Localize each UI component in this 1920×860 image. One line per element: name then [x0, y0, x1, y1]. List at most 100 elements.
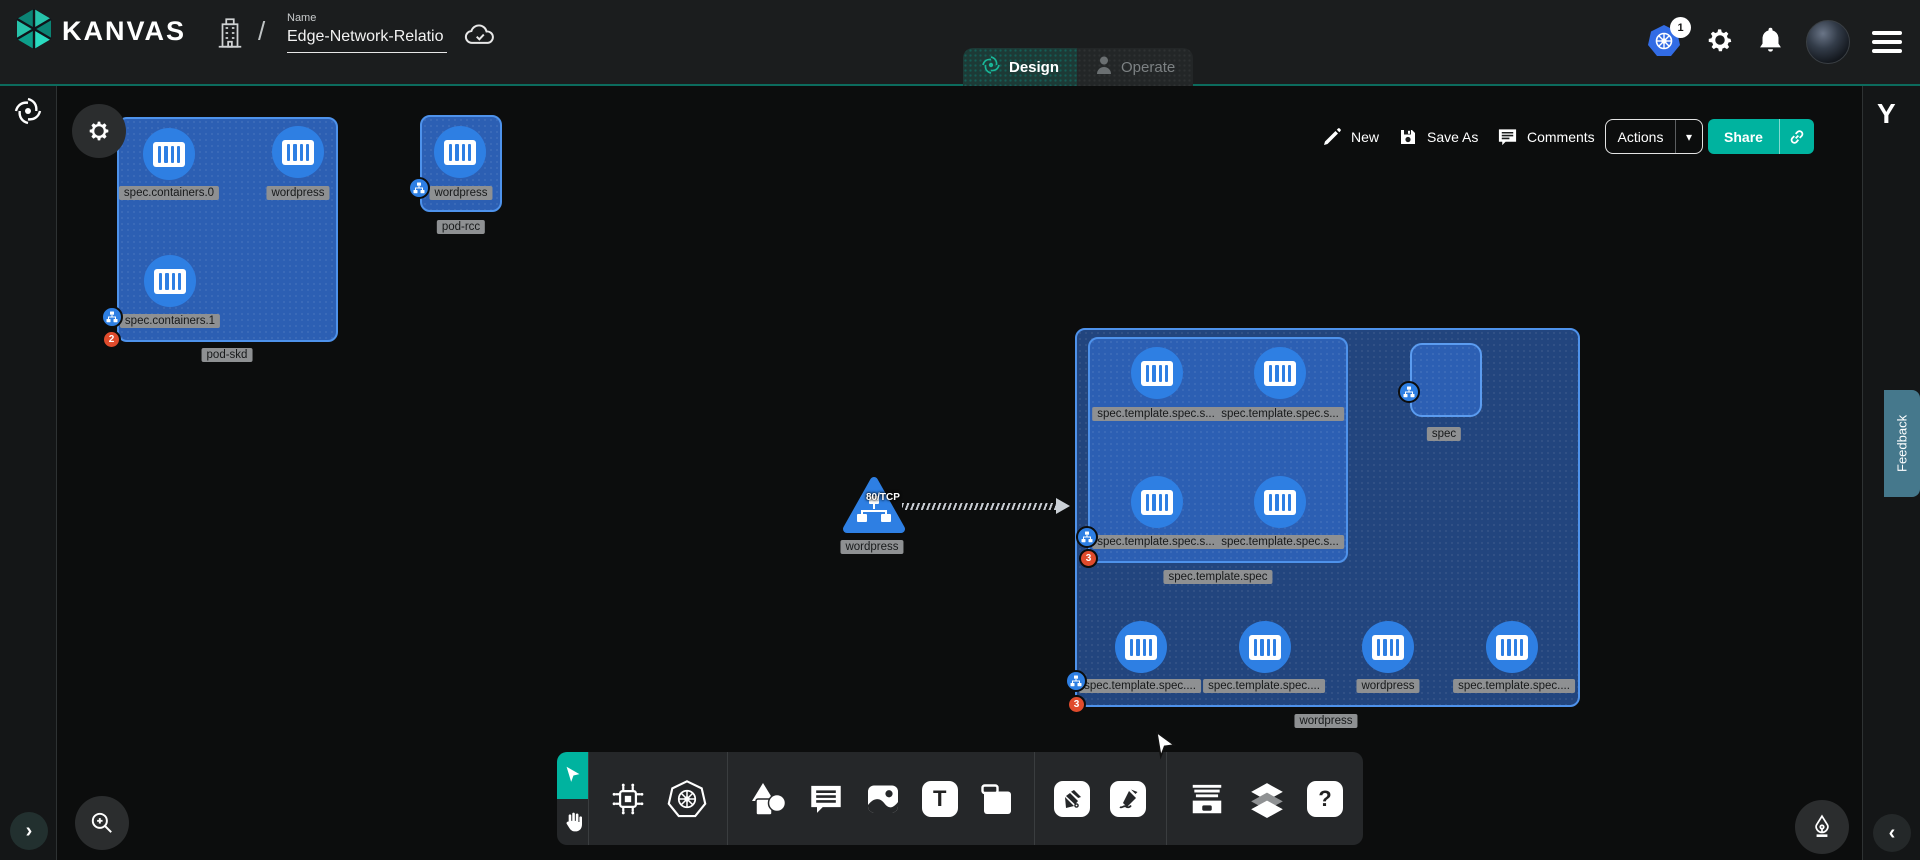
container-node[interactable] [1131, 347, 1183, 399]
container-icon [1372, 635, 1404, 660]
comment-tool-button[interactable] [808, 782, 844, 816]
hand-icon [560, 809, 586, 835]
container-node[interactable] [1115, 621, 1167, 673]
settings-gear-icon[interactable] [1705, 25, 1735, 60]
expand-right-panel-button[interactable]: ‹ [1873, 814, 1911, 852]
chip-icon [609, 780, 647, 818]
help-button[interactable]: ? [1307, 781, 1343, 817]
pen-nib-icon [1809, 814, 1835, 840]
container-icon [1141, 361, 1173, 386]
kubernetes-context-button[interactable]: 1 [1647, 24, 1683, 60]
share-button[interactable]: Share [1708, 119, 1814, 154]
kubernetes-wheel-icon [667, 779, 707, 819]
container-node[interactable] [1254, 476, 1306, 528]
container-node[interactable] [1486, 621, 1538, 673]
new-button[interactable]: New [1322, 119, 1379, 154]
design-name-input[interactable] [287, 24, 447, 53]
save-icon [1398, 127, 1418, 147]
container-icon [153, 142, 185, 167]
relationship-badge-icon[interactable] [408, 177, 430, 199]
shapes-tool-button[interactable] [748, 781, 788, 817]
container-node[interactable] [1131, 476, 1183, 528]
comments-button[interactable]: Comments [1497, 119, 1595, 154]
kanvas-logo-icon [14, 8, 54, 55]
node-label: spec.template.spec.s... [1216, 535, 1344, 549]
tab-operate[interactable]: Operate [1077, 48, 1193, 86]
caret-down-icon[interactable]: ▾ [1676, 130, 1702, 144]
shapes-icon [748, 781, 788, 817]
container-node-spec-containers-1[interactable] [144, 255, 196, 307]
pen-mode-button[interactable] [1795, 800, 1849, 854]
zoom-button[interactable] [75, 796, 129, 850]
gear-node-button[interactable] [72, 104, 126, 158]
service-node-label: wordpress [840, 540, 903, 554]
tab-operate-label: Operate [1121, 59, 1175, 76]
user-avatar[interactable] [1806, 20, 1850, 64]
spec-node[interactable] [1410, 343, 1482, 417]
service-node-wordpress[interactable] [842, 476, 906, 539]
magnifier-plus-icon [89, 810, 115, 836]
container-node-wordpress[interactable] [272, 126, 324, 178]
notifications-bell-icon[interactable] [1757, 25, 1784, 60]
container-icon [1125, 635, 1157, 660]
copy-link-icon[interactable] [1780, 128, 1814, 146]
mode-tabs: Design Operate [963, 48, 1193, 86]
draw-tools [1034, 752, 1166, 845]
tab-design[interactable]: Design [963, 48, 1077, 86]
menu-hamburger-icon[interactable] [1872, 31, 1902, 53]
design-canvas[interactable]: New Save As Comments Actions ▾ Share [57, 86, 1862, 860]
comments-label: Comments [1527, 129, 1595, 145]
actions-dropdown-button[interactable]: Actions ▾ [1605, 119, 1703, 154]
yaml-panel-icon[interactable]: Y [1877, 98, 1896, 130]
help-icon: ? [1307, 781, 1343, 817]
node-label: spec.template.spec.... [1203, 679, 1325, 693]
left-rail: › [0, 86, 57, 860]
container-node[interactable] [1239, 621, 1291, 673]
relationship-badge-icon[interactable] [101, 306, 123, 328]
kubernetes-components-button[interactable] [667, 779, 707, 819]
edge-port-label: 80/TCP [866, 492, 900, 503]
group-spec-template-spec[interactable] [1088, 337, 1348, 563]
container-node[interactable] [1362, 621, 1414, 673]
expand-left-panel-button[interactable]: › [10, 812, 48, 850]
comment-icon [1497, 127, 1518, 147]
pencil-scribble-icon [1110, 781, 1146, 817]
pen-tool-button[interactable] [1054, 781, 1090, 817]
error-count-badge[interactable]: 2 [102, 330, 121, 349]
relationship-badge-icon[interactable] [1076, 526, 1098, 548]
kubernetes-context-badge: 1 [1670, 17, 1691, 38]
sticky-note-tool-button[interactable] [978, 781, 1014, 817]
feedback-tab[interactable]: Feedback [1884, 390, 1920, 497]
actions-divider [1675, 120, 1676, 153]
layers-icon [1247, 780, 1287, 818]
brand[interactable]: KANVAS [14, 8, 186, 55]
image-icon [864, 781, 902, 817]
relationship-badge-icon[interactable] [1398, 381, 1420, 403]
integrations-tool-button[interactable] [609, 780, 647, 818]
pan-tool-button[interactable] [557, 799, 588, 846]
comment-icon [808, 782, 844, 816]
select-tool-button[interactable] [557, 752, 588, 799]
save-as-button[interactable]: Save As [1398, 119, 1478, 154]
image-tool-button[interactable] [864, 781, 902, 817]
whiteboard-tools: T [728, 752, 1034, 845]
container-icon [444, 140, 476, 165]
cursor-icon [562, 764, 584, 786]
layers-button[interactable] [1247, 780, 1287, 818]
design-spiral-icon [981, 55, 1001, 79]
meshery-spiral-icon[interactable] [13, 96, 43, 131]
error-count-badge[interactable]: 3 [1079, 549, 1098, 568]
organization-icon[interactable] [215, 16, 245, 55]
container-icon [154, 269, 186, 294]
relationship-badge-icon[interactable] [1065, 670, 1087, 692]
container-node-wordpress-rcc[interactable] [434, 126, 486, 178]
container-icon [282, 140, 314, 165]
edge-service-to-deployment[interactable] [902, 503, 1060, 510]
text-tool-button[interactable]: T [922, 781, 958, 817]
container-node[interactable] [1254, 347, 1306, 399]
container-node-spec-containers-0[interactable] [143, 128, 195, 180]
cloud-sync-icon [463, 20, 497, 55]
error-count-badge[interactable]: 3 [1067, 695, 1086, 714]
designs-drawer-button[interactable] [1187, 780, 1227, 818]
freehand-tool-button[interactable] [1110, 781, 1146, 817]
